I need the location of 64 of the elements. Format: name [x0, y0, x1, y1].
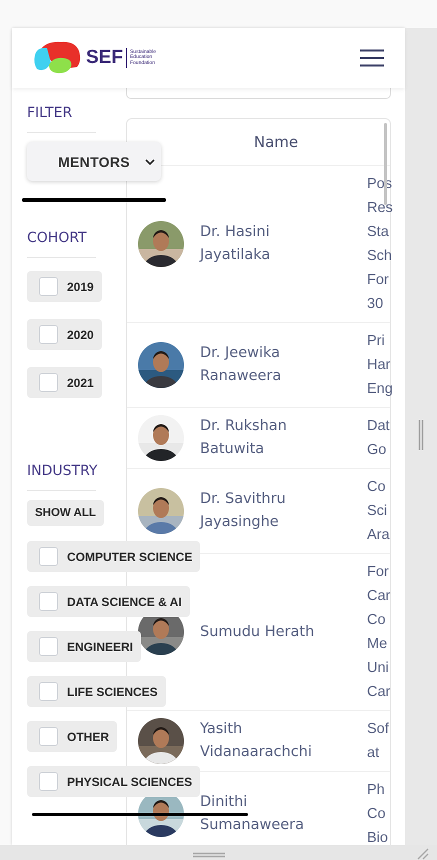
- mentor-name: Sumudu Herath: [200, 622, 316, 642]
- section-heading: INDUSTRY: [27, 462, 98, 480]
- table-cell-text: Uni: [367, 659, 390, 678]
- table-cell-text: Co: [367, 611, 387, 630]
- table-cell-text: Sof: [367, 720, 389, 739]
- industry-filter[interactable]: COMPUTER SCIENCE: [27, 541, 200, 572]
- menu-icon: [360, 49, 384, 67]
- table-cell-text: Bio: [367, 829, 388, 845]
- checkbox[interactable]: [39, 682, 58, 701]
- table-cell-text: Res: [367, 199, 393, 218]
- table-cell-text: Sci: [367, 502, 388, 521]
- checkbox[interactable]: [39, 592, 58, 611]
- industry-filter[interactable]: DATA SCIENCE & AI: [27, 586, 190, 617]
- table-cell-text: Car: [367, 683, 390, 702]
- table-cell-text: Eng: [367, 380, 393, 399]
- industry-filter[interactable]: ENGINEERI: [27, 631, 142, 662]
- mentor-name: Dinithi Sumanaweera: [200, 793, 306, 835]
- table-cell-text: Sta: [367, 223, 390, 242]
- table-cell-text: Dat: [367, 417, 390, 436]
- mentor-name: Yasith Vidanaarachchi: [200, 720, 313, 762]
- mentor-name: Dr. Savithru Jayasinghe: [200, 490, 287, 532]
- drag-handle-icon[interactable]: [418, 420, 424, 450]
- table-cell-text: Go: [367, 441, 388, 460]
- mentor-name: Dr. Hasini Jayatilaka: [200, 223, 272, 265]
- section-heading: COHORT: [27, 229, 87, 247]
- table-cell-text: Sch: [367, 247, 393, 266]
- show-all-button[interactable]: SHOW ALL: [27, 500, 104, 526]
- column-header: Name: [252, 133, 300, 151]
- table-cell-text: Ara: [367, 526, 390, 545]
- section-heading: FILTER: [27, 104, 72, 122]
- cohort-filter[interactable]: 2019: [27, 271, 102, 302]
- checkbox[interactable]: [39, 772, 58, 791]
- mentor-name: Dr. Jeewika Ranaweera: [200, 344, 282, 386]
- industry-filter[interactable]: PHYSICAL SCIENCES: [27, 766, 200, 797]
- table-cell-text: For: [367, 271, 390, 290]
- table-cell-text: Car: [367, 587, 390, 606]
- chevron-down-icon: [145, 159, 155, 165]
- table-cell-text: For: [367, 563, 390, 582]
- industry-filter[interactable]: LIFE SCIENCES: [27, 676, 166, 707]
- cohort-filter[interactable]: 2021: [27, 367, 102, 398]
- table-cell-text: Har: [367, 356, 392, 375]
- table-cell-text: Pri: [367, 332, 386, 351]
- menu-button[interactable]: [360, 49, 384, 67]
- drag-handle-icon[interactable]: [193, 852, 225, 858]
- industry-filter[interactable]: OTHER: [27, 721, 117, 752]
- table-cell-text: Ph: [367, 781, 386, 800]
- mentor-name: Dr. Rukshan Batuwita: [200, 417, 288, 459]
- mentors-dropdown[interactable]: MENTORS: [27, 142, 161, 181]
- table-cell-text: Co: [367, 478, 387, 497]
- checkbox[interactable]: [39, 325, 58, 344]
- brain-logo-icon: [33, 41, 83, 75]
- checkbox[interactable]: [39, 637, 58, 656]
- table-cell-text: at: [367, 744, 380, 763]
- checkbox[interactable]: [39, 547, 58, 566]
- table-cell-text: Me: [367, 635, 388, 654]
- checkbox[interactable]: [39, 727, 58, 746]
- checkbox[interactable]: [39, 373, 58, 392]
- logo-wordmark: SEF: [86, 48, 127, 68]
- checkbox[interactable]: [39, 277, 58, 296]
- resize-grip-icon[interactable]: [415, 846, 429, 860]
- table-cell-text: 30: [367, 295, 384, 314]
- input-field[interactable]: [126, 88, 391, 99]
- cohort-filter[interactable]: 2020: [27, 319, 102, 350]
- table-cell-text: Co: [367, 805, 387, 824]
